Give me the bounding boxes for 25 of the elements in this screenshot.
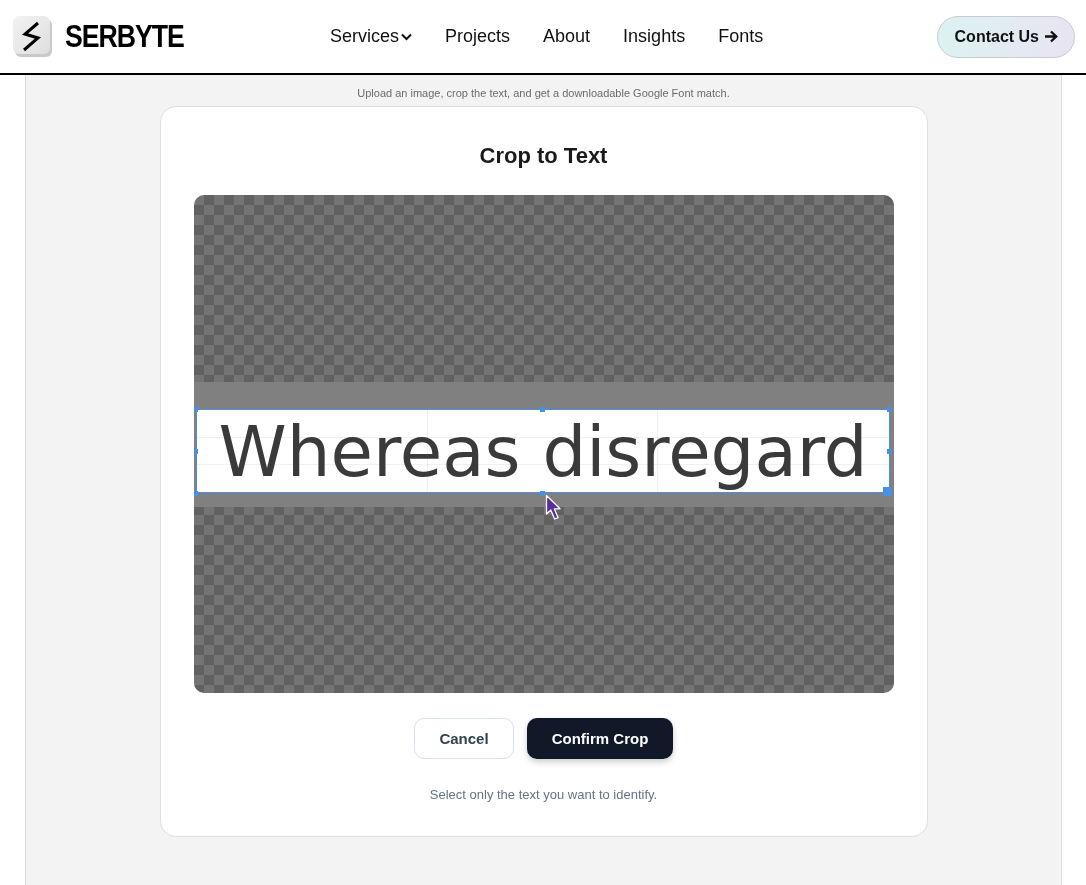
nav-link[interactable]: Insights <box>623 26 686 47</box>
logo-icon[interactable] <box>13 15 53 58</box>
cursor-icon <box>544 494 562 521</box>
confirm-button[interactable]: Confirm Crop <box>527 718 673 759</box>
nav-dropdown[interactable]: Services <box>330 26 413 47</box>
crop-handle[interactable] <box>193 448 198 454</box>
cancel-button[interactable]: Cancel <box>414 718 514 759</box>
nav-link[interactable]: About <box>543 26 591 47</box>
brand-name[interactable]: SERBYTE <box>65 21 184 52</box>
crop-handle[interactable] <box>887 406 892 412</box>
hint-text: Select only the text you want to identify. <box>429 787 658 803</box>
page-subtitle: Upload an image, crop the text, and get a downloadable Google Font match. <box>357 87 730 100</box>
crop-handle[interactable] <box>887 448 892 454</box>
arrow-right-icon <box>1044 30 1058 43</box>
crop-handle[interactable] <box>193 490 198 496</box>
nav-link[interactable]: Projects <box>445 26 511 47</box>
contact-button[interactable]: Contact Us <box>936 15 1075 58</box>
crop-canvas[interactable]: Whereas disregard <box>193 195 894 693</box>
crop-handle[interactable] <box>193 406 198 412</box>
crop-handle[interactable] <box>883 486 892 496</box>
crop-handle[interactable] <box>540 490 545 496</box>
crop-handle[interactable] <box>540 406 545 412</box>
nav-link[interactable]: Fonts <box>718 26 764 47</box>
chevron-down-icon <box>401 32 413 41</box>
dialog-title: Crop to Text <box>479 143 608 169</box>
